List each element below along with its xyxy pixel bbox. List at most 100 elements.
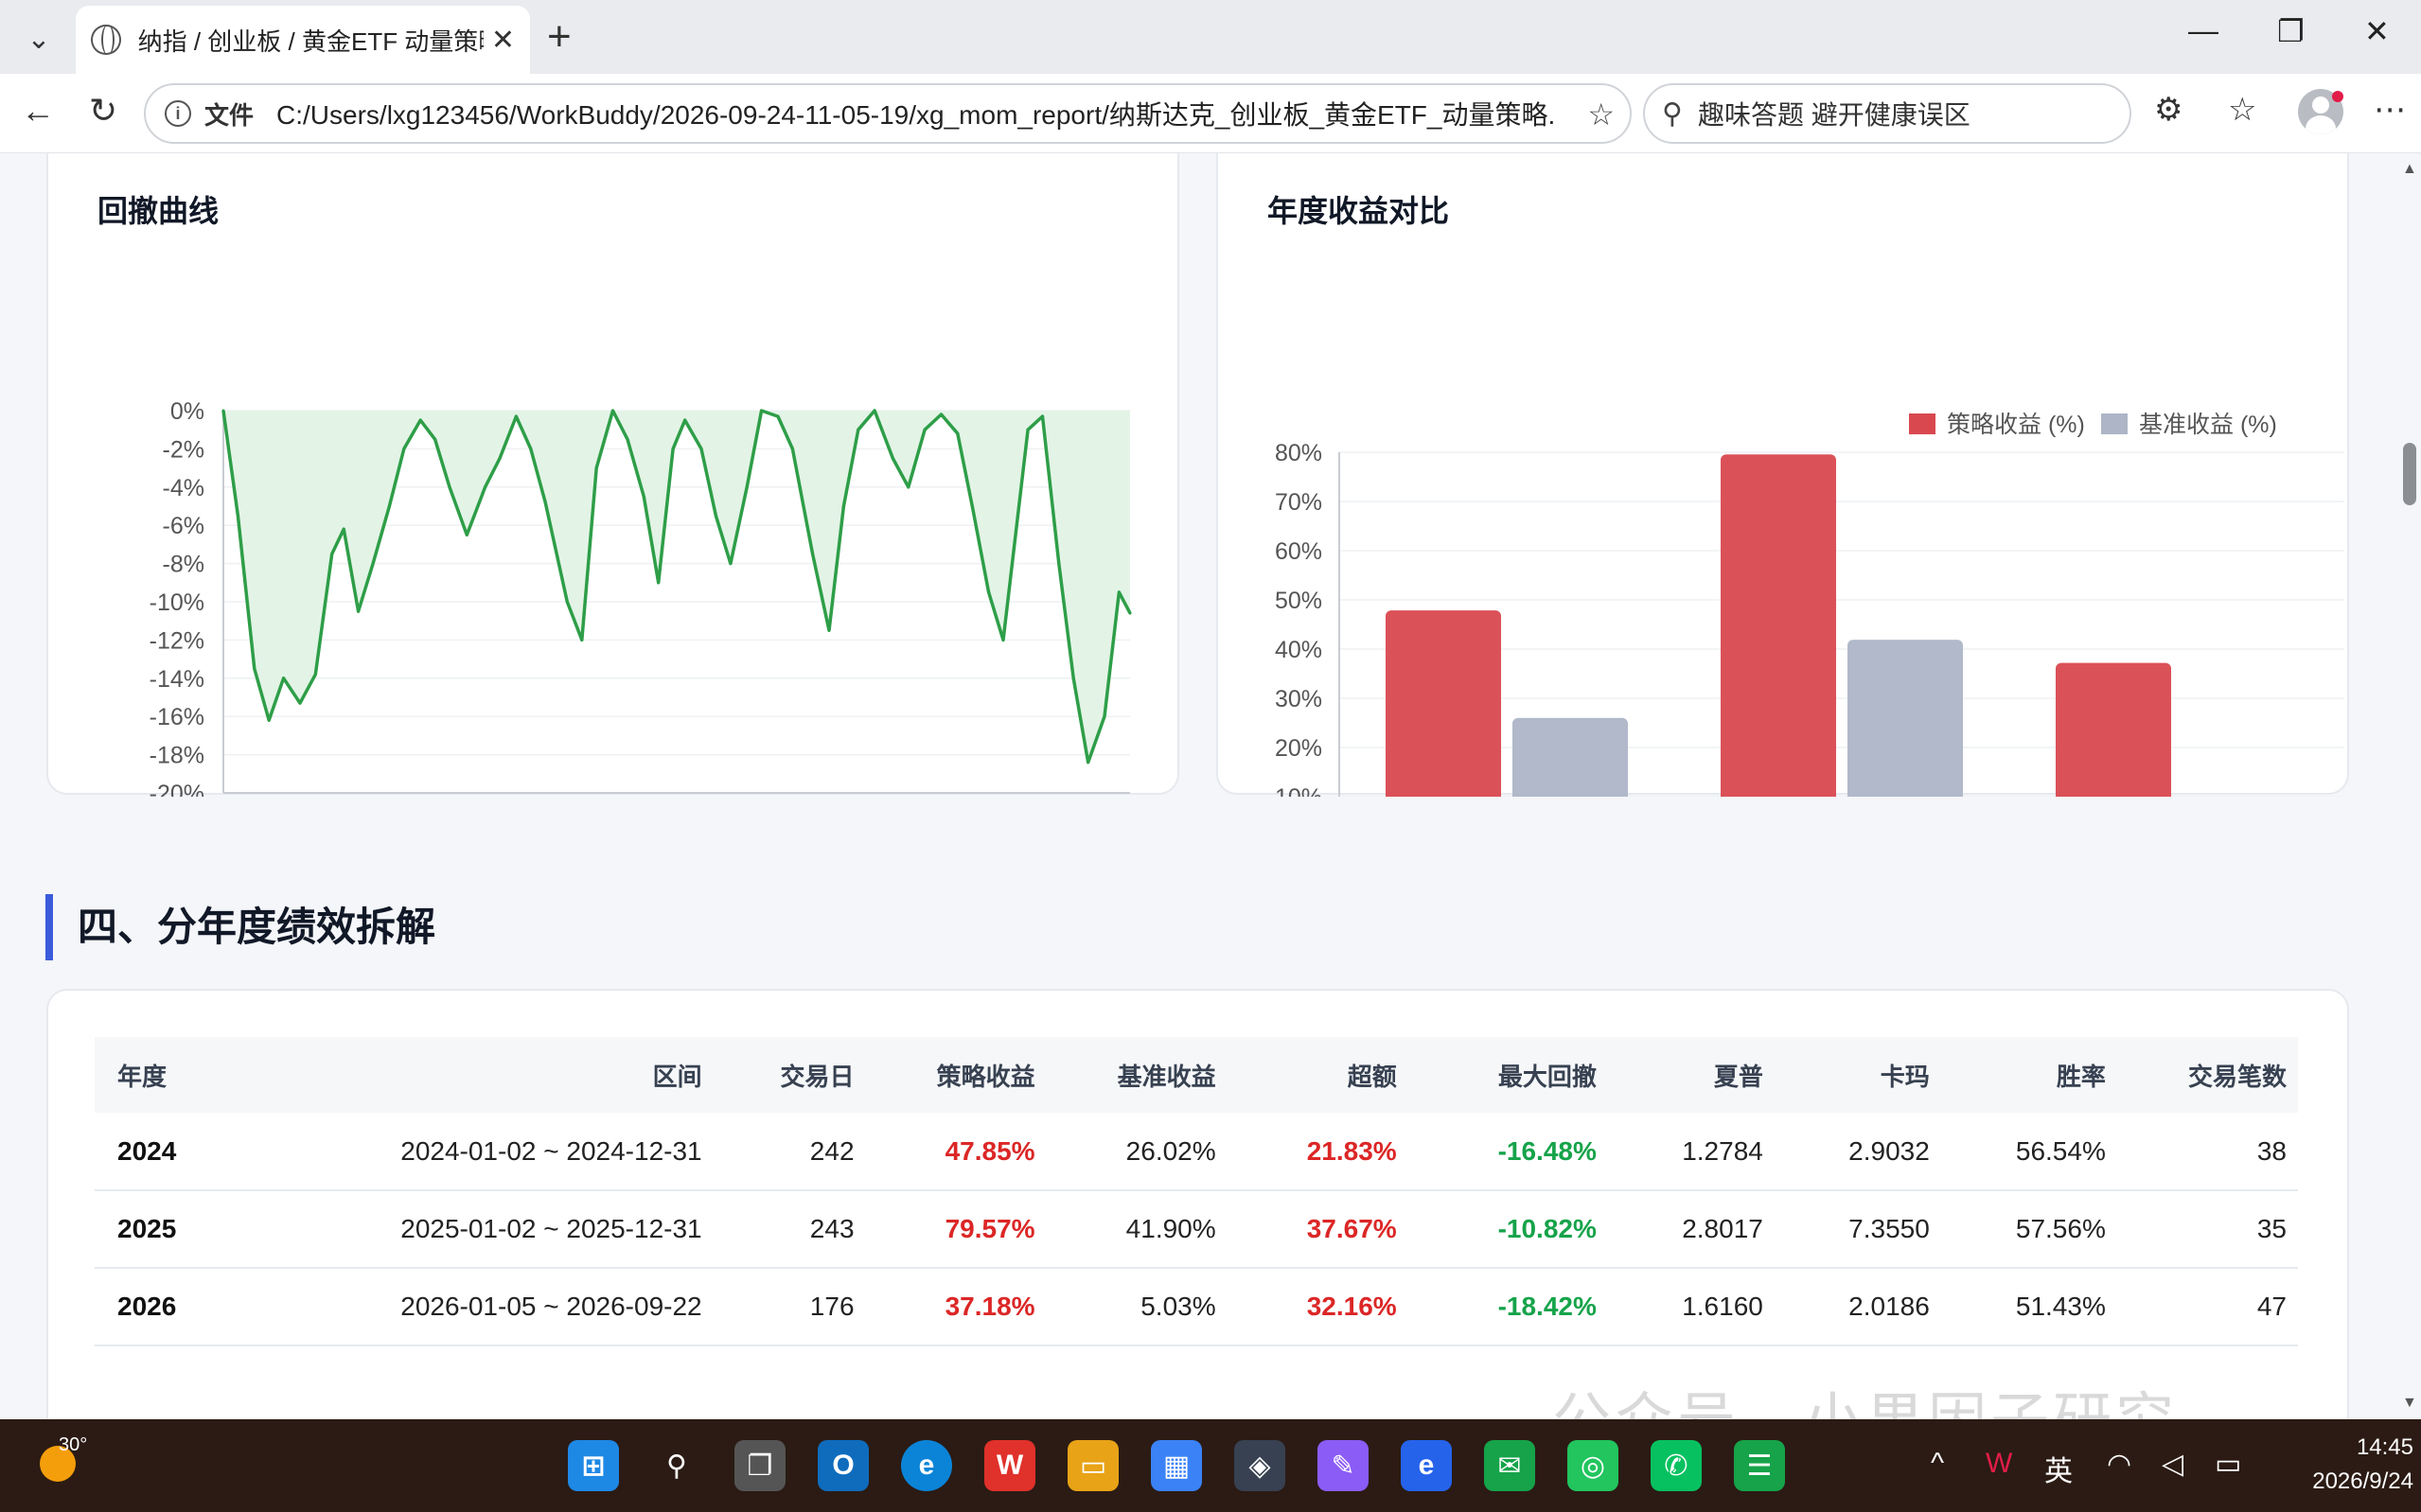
scroll-down-icon[interactable]: ▼ — [2402, 1395, 2417, 1412]
minimize-icon[interactable]: — — [2188, 13, 2218, 48]
drawdown-point — [827, 628, 831, 632]
clock-date: 2026/9/24 — [2312, 1468, 2413, 1494]
cell-benchmark-return: 26.02% — [1046, 1113, 1228, 1191]
new-tab-button[interactable]: + — [547, 13, 572, 61]
search-taskbar-icon[interactable]: ⚲ — [651, 1440, 702, 1491]
drawdown-point — [221, 409, 225, 413]
info-icon[interactable]: i — [165, 100, 191, 127]
drawdown-y-tick: -6% — [163, 513, 204, 539]
legend-benchmark-label: 基准收益 (%) — [2139, 412, 2277, 438]
ime-indicator[interactable]: 英 — [2044, 1448, 2073, 1489]
tray-chevron-icon[interactable]: ^ — [1931, 1448, 1944, 1480]
taskbar: 30° ⊞ ⚲ ❐ O e W ▭ ▦ ◈ ✎ e ✉ ◎ ✆ ☰ ^ W 英 … — [0, 1419, 2421, 1512]
start-icon[interactable]: ⊞ — [568, 1440, 619, 1491]
outlook-icon[interactable]: O — [818, 1440, 869, 1491]
drawdown-point — [790, 447, 794, 450]
scrollbar-thumb[interactable] — [2403, 443, 2416, 505]
drawdown-point — [642, 495, 645, 499]
col-max-drawdown: 最大回撤 — [1497, 1062, 1597, 1091]
drawdown-y-tick: -8% — [163, 552, 204, 578]
game-app-icon[interactable]: ◎ — [1567, 1440, 1618, 1491]
refresh-icon[interactable]: ↻ — [89, 91, 117, 131]
drawdown-point — [657, 581, 661, 585]
drawdown-point — [873, 409, 876, 413]
battery-icon[interactable]: ▭ — [2215, 1448, 2241, 1481]
drawdown-point — [671, 447, 675, 450]
file-explorer-icon[interactable]: ▭ — [1068, 1440, 1119, 1491]
drawdown-point — [267, 718, 271, 722]
extensions-icon[interactable]: ⚙ — [2154, 91, 2182, 129]
page-scrollbar[interactable]: ▲ ▼ — [2398, 153, 2421, 1419]
weather-widget[interactable]: 30° — [36, 1434, 87, 1486]
drawdown-point — [448, 485, 451, 489]
shopping-app-icon[interactable]: ✉ — [1484, 1440, 1535, 1491]
paint-icon[interactable]: ✎ — [1317, 1440, 1369, 1491]
cell-trading-days: 176 — [713, 1268, 866, 1346]
drawdown-point — [970, 504, 974, 508]
edge-icon[interactable]: e — [901, 1440, 952, 1491]
drawdown-point — [745, 485, 749, 489]
window-close-icon[interactable]: ✕ — [2364, 13, 2390, 49]
drawdown-point — [714, 514, 717, 518]
wechat-icon[interactable]: ✆ — [1651, 1440, 1702, 1491]
drawdown-point — [1001, 638, 1005, 642]
tab-close-icon[interactable]: ✕ — [491, 24, 515, 57]
strategy-bar — [1721, 454, 1836, 797]
drawdown-card: 回撤曲线 0% -2% -4% -6% -8% -10% -12% -14% -16% -18% -… — [46, 153, 1179, 797]
wifi-icon[interactable]: ◠ — [2107, 1448, 2131, 1481]
cell-range: 2026-01-05 ~ 2026-09-22 — [218, 1268, 714, 1346]
cell-win-rate: 56.54% — [1940, 1113, 2117, 1191]
col-trading-days: 交易日 — [780, 1062, 855, 1091]
cell-trade-count: 35 — [2116, 1190, 2298, 1269]
address-bar[interactable]: i 文件 C:/Users/lxg123456/WorkBuddy/2026-0… — [144, 83, 1632, 144]
cell-strategy-return: 37.18% — [865, 1268, 1047, 1346]
task-view-icon[interactable]: ❐ — [734, 1440, 786, 1491]
clock[interactable]: 14:45 2026/9/24 — [2271, 1431, 2413, 1499]
edge-ai-icon[interactable]: e — [1401, 1440, 1452, 1491]
drawdown-point — [1026, 428, 1030, 431]
drawdown-point — [1117, 590, 1121, 594]
scroll-up-icon[interactable]: ▲ — [2402, 161, 2417, 178]
drawdown-point — [1087, 761, 1090, 765]
cell-range: 2024-01-02 ~ 2024-12-31 — [218, 1113, 714, 1191]
search-icon: ⚲ — [1662, 97, 1683, 130]
cell-calmar: 2.0186 — [1774, 1268, 1941, 1346]
table-row: 2024 2024-01-02 ~ 2024-12-31 242 47.85% … — [95, 1113, 2298, 1191]
table-row: 2026 2026-01-05 ~ 2026-09-22 176 37.18% … — [95, 1268, 2298, 1346]
favorite-star-icon[interactable]: ☆ — [1587, 97, 1615, 132]
drawdown-y-tick: -20% — [150, 781, 204, 797]
annual-bar-chart: 80%70%60%50%40%30%20%10%0%012策略收益 (%)基准收… — [1275, 412, 2344, 797]
cell-year: 2026 — [95, 1268, 219, 1346]
drawdown-point — [387, 504, 391, 508]
drawdown-chart: 0%-2%-4%-6%-8%-10%-12%-14%-16%-18%-20%20… — [150, 398, 1132, 797]
store-icon[interactable]: ▦ — [1151, 1440, 1202, 1491]
search-box[interactable]: ⚲ 趣味答题 避开健康误区 — [1643, 83, 2131, 144]
chat-app-icon[interactable]: ☰ — [1734, 1440, 1785, 1491]
drawdown-point — [433, 437, 437, 441]
volume-mute-icon[interactable]: ◁ — [2162, 1448, 2183, 1481]
cell-max-drawdown: -10.82% — [1407, 1190, 1608, 1269]
notification-dot — [2332, 91, 2343, 102]
bar-y-tick: 20% — [1275, 735, 1322, 762]
wps-tray-icon[interactable]: W — [1986, 1448, 2012, 1480]
tab-list-dropdown-icon[interactable]: ⌄ — [8, 8, 70, 70]
drawdown-y-tick: -2% — [163, 436, 204, 463]
active-tab[interactable]: 纳指 / 创业板 / 黄金ETF 动量策略回 ✕ — [76, 6, 530, 74]
cell-benchmark-return: 5.03% — [1046, 1268, 1228, 1346]
drawdown-point — [683, 418, 687, 422]
more-menu-icon[interactable]: ⋯ — [2374, 91, 2406, 129]
restore-icon[interactable]: ❐ — [2277, 13, 2305, 49]
app-cube-icon[interactable]: ◈ — [1234, 1440, 1285, 1491]
back-icon[interactable]: ← — [21, 91, 55, 131]
wps-icon[interactable]: W — [984, 1440, 1035, 1491]
favorites-icon[interactable]: ☆ — [2228, 91, 2256, 129]
drawdown-point — [330, 553, 334, 555]
cell-sharpe: 1.6160 — [1607, 1268, 1775, 1346]
url-text[interactable]: C:/Users/lxg123456/WorkBuddy/2026-09-24-… — [276, 95, 1554, 132]
cell-win-rate: 57.56% — [1940, 1190, 2117, 1269]
col-year: 年度 — [117, 1062, 168, 1091]
annual-return-card: 年度收益对比 80%70%60%50%40%30%20%10%0%012策略收益… — [1216, 153, 2349, 797]
drawdown-point — [987, 590, 991, 594]
drawdown-point — [729, 562, 733, 566]
browser-toolbar: ← ↻ i 文件 C:/Users/lxg123456/WorkBuddy/20… — [0, 74, 2421, 153]
